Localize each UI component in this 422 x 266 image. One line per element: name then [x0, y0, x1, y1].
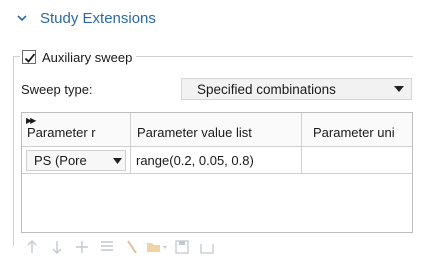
clear-icon[interactable]	[121, 236, 143, 258]
table-header: ▶▶ Parameter r Parameter value list Para…	[22, 113, 412, 147]
expand-column-icon[interactable]: ▶▶	[26, 117, 36, 125]
column-header-label: Parameter r	[27, 125, 96, 140]
column-header-label: Parameter value list	[137, 125, 252, 140]
add-icon[interactable]	[71, 236, 93, 258]
column-header-parameter-unit[interactable]: Parameter uni	[302, 113, 412, 147]
sweep-type-label: Sweep type:	[21, 81, 93, 97]
parameter-unit-cell[interactable]	[302, 147, 412, 174]
parameter-value-list-value: range(0.2, 0.05, 0.8)	[136, 153, 254, 168]
dropdown-arrow-icon	[387, 86, 411, 92]
chevron-down-icon[interactable]	[14, 10, 30, 26]
column-header-parameter-name[interactable]: ▶▶ Parameter r	[22, 113, 131, 147]
sweep-type-value: Specified combinations	[197, 81, 336, 97]
sweep-type-select[interactable]: Specified combinations	[181, 78, 412, 100]
parameter-name-select[interactable]: PS (Pore	[26, 150, 126, 171]
parameter-table: ▶▶ Parameter r Parameter value list Para…	[21, 112, 413, 233]
column-header-parameter-value-list[interactable]: Parameter value list	[131, 113, 302, 147]
column-header-label: Parameter uni	[313, 125, 395, 140]
section-title: Study Extensions	[40, 9, 156, 27]
move-up-icon[interactable]	[21, 236, 43, 258]
list-icon[interactable]	[96, 236, 118, 258]
auxiliary-sweep-checkbox-row[interactable]: Auxiliary sweep	[20, 47, 137, 67]
auxiliary-sweep-checkbox[interactable]	[22, 50, 36, 64]
section-header-study-extensions[interactable]: Study Extensions	[14, 6, 156, 30]
table-toolbar	[21, 236, 221, 258]
checkmark-icon	[24, 53, 36, 63]
save-to-file-icon[interactable]	[196, 236, 218, 258]
parameter-name-value: PS (Pore	[34, 153, 87, 168]
load-from-file-icon[interactable]	[146, 236, 168, 258]
sweep-type-row: Sweep type: Specified combinations	[21, 78, 413, 100]
dropdown-arrow-icon	[109, 157, 125, 164]
parameter-value-list-cell[interactable]: range(0.2, 0.05, 0.8)	[131, 147, 302, 174]
auxiliary-sweep-label: Auxiliary sweep	[42, 49, 133, 65]
move-down-icon[interactable]	[46, 236, 68, 258]
save-icon[interactable]	[171, 236, 193, 258]
table-row[interactable]: PS (Pore range(0.2, 0.05, 0.8)	[22, 147, 412, 174]
parameter-name-cell[interactable]: PS (Pore	[22, 147, 131, 174]
